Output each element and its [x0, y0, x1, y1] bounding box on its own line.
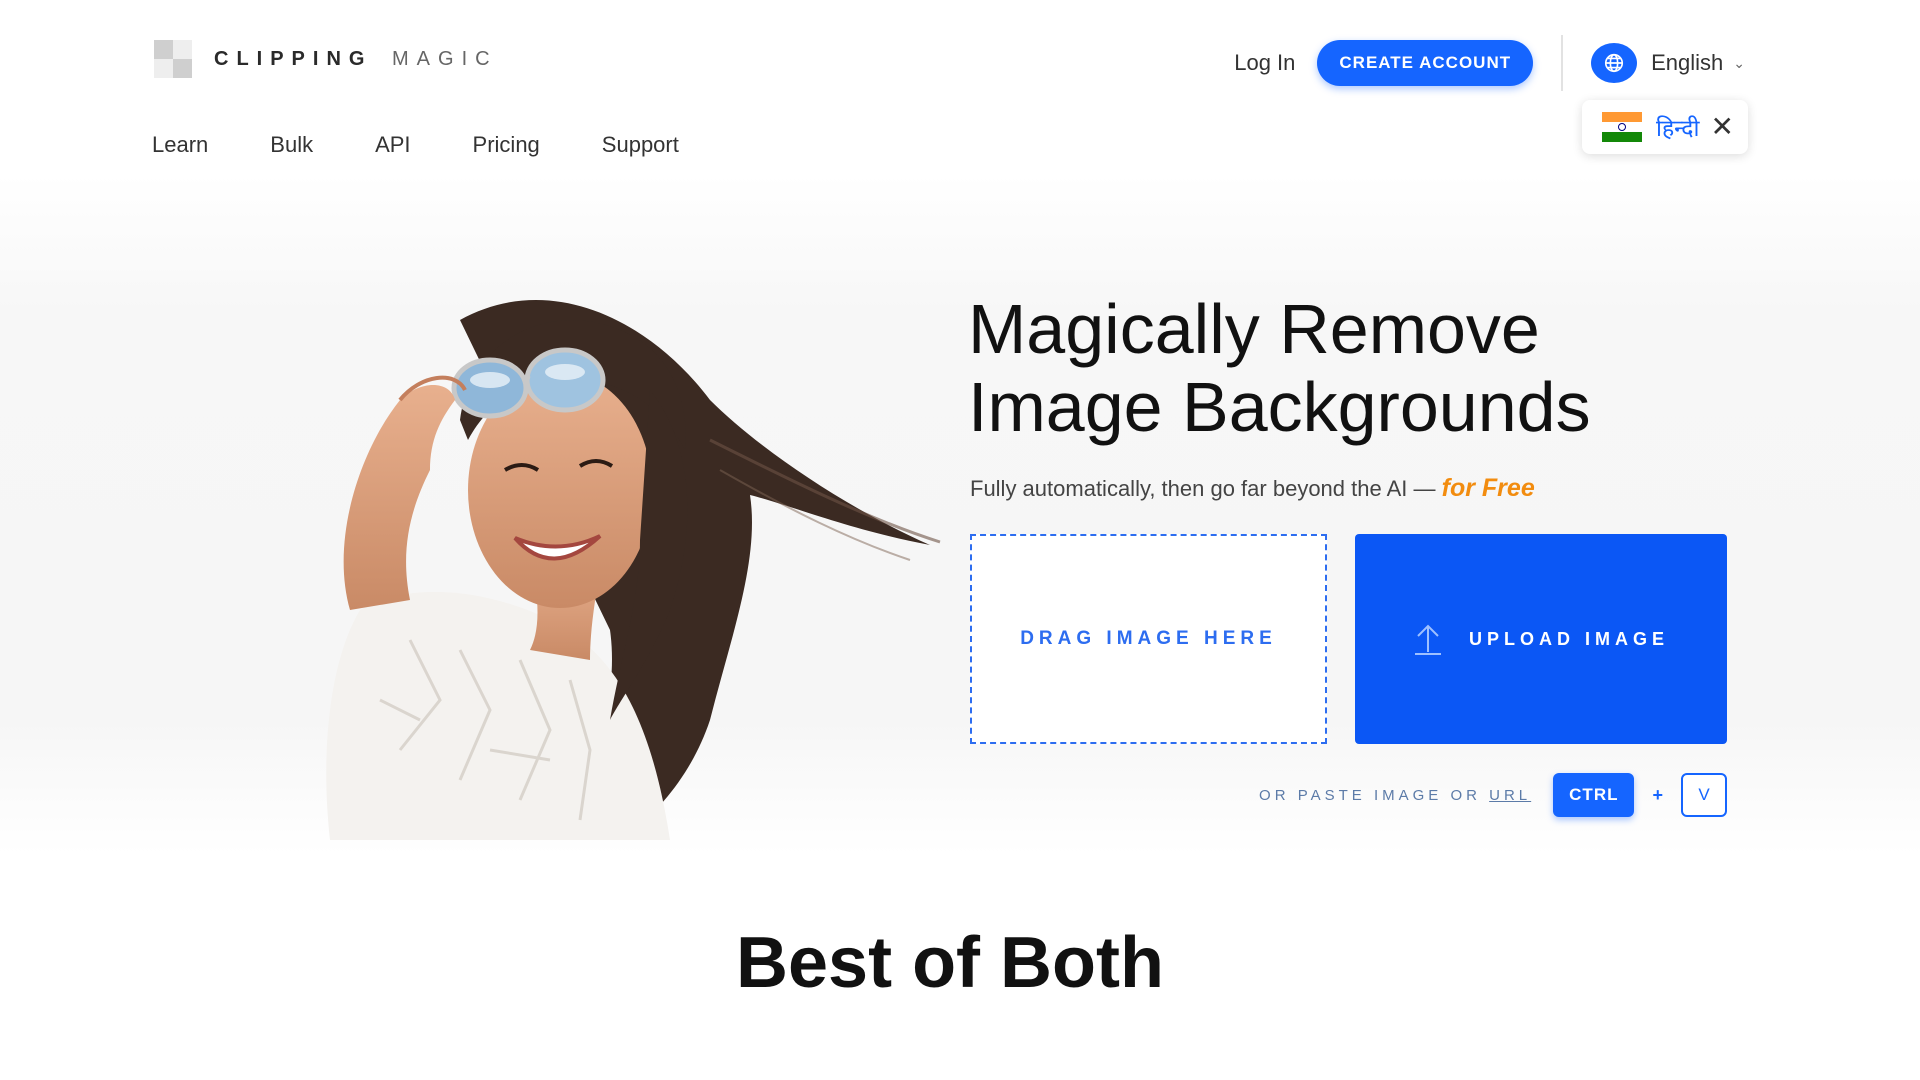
hindi-language-link[interactable]: हिन्दी [1656, 111, 1699, 143]
main-nav: Learn Bulk API Pricing Support [152, 132, 741, 158]
upload-label: UPLOAD IMAGE [1468, 628, 1669, 649]
login-link[interactable]: Log In [1234, 50, 1295, 76]
hero-photo [290, 280, 950, 840]
hero-subline: Fully automatically, then go far beyond … [970, 474, 1535, 503]
header-actions: Log In CREATE ACCOUNT English ⌄ [1234, 35, 1745, 91]
logo-brand: CLIPPING [214, 47, 373, 70]
logo-mark-icon [152, 38, 194, 80]
page: CLIPPING MAGIC Learn Bulk API Pricing Su… [0, 0, 1920, 1080]
section-title: Best of Both [736, 923, 1164, 1003]
subline-emphasis: for Free [1441, 474, 1535, 502]
paste-prefix: OR PASTE IMAGE OR [1259, 786, 1481, 804]
nav-api[interactable]: API [375, 132, 410, 158]
ctrl-key: CTRL [1553, 773, 1635, 817]
close-icon[interactable]: ✕ [1711, 113, 1734, 141]
headline-line-1: Magically Remove [968, 290, 1540, 368]
drag-label: DRAG IMAGE HERE [1020, 628, 1277, 649]
upload-arrow-icon [1414, 624, 1441, 655]
globe-icon [1591, 43, 1638, 83]
upload-image-button[interactable]: UPLOAD IMAGE [1355, 534, 1727, 744]
v-key: V [1681, 773, 1727, 817]
paste-hint: OR PASTE IMAGE OR URL CTRL + V [1259, 773, 1727, 817]
drag-drop-zone[interactable]: DRAG IMAGE HERE [970, 534, 1327, 744]
nav-pricing[interactable]: Pricing [473, 132, 540, 158]
nav-bulk[interactable]: Bulk [270, 132, 313, 158]
language-selector[interactable]: English ⌄ [1591, 43, 1745, 83]
headline-line-2: Image Backgrounds [968, 368, 1591, 446]
paste-hint-text: OR PASTE IMAGE OR URL [1259, 787, 1531, 804]
plus-sign: + [1652, 784, 1663, 805]
nav-learn[interactable]: Learn [152, 132, 208, 158]
header-divider [1561, 35, 1564, 91]
logo-brand-light: MAGIC [392, 47, 498, 70]
nav-support[interactable]: Support [602, 132, 679, 158]
language-label: English [1651, 50, 1724, 75]
create-account-button[interactable]: CREATE ACCOUNT [1317, 40, 1534, 86]
india-flag-icon [1602, 112, 1642, 142]
language-suggestion: हिन्दी ✕ [1582, 100, 1748, 154]
hero-headline: Magically Remove Image Backgrounds [968, 290, 1591, 446]
chevron-down-icon: ⌄ [1733, 54, 1745, 71]
hero-background [0, 175, 1920, 855]
subline-text: Fully automatically, then go far beyond … [970, 476, 1436, 501]
logo-text: CLIPPING MAGIC [214, 48, 498, 71]
paste-url-link[interactable]: URL [1489, 787, 1531, 804]
logo[interactable]: CLIPPING MAGIC [152, 38, 498, 80]
